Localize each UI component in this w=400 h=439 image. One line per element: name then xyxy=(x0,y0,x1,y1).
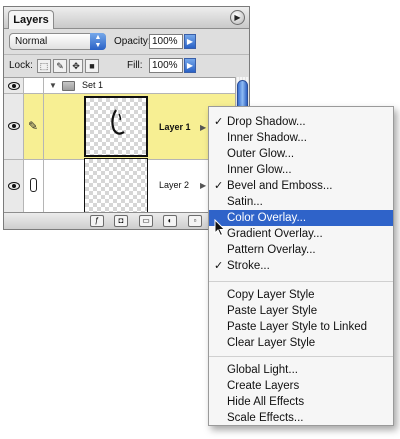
menu-item-global-light[interactable]: Global Light... xyxy=(209,362,393,378)
panel-menu-button[interactable]: ▶ xyxy=(230,10,245,25)
lock-row: Lock: ⬚ ✎ ✥ ■ Fill: 100% ▶ xyxy=(4,54,249,77)
panel-titlebar: Layers ▶ xyxy=(4,7,249,29)
menu-item-pattern-overlay[interactable]: Pattern Overlay... xyxy=(209,242,393,258)
lock-label: Lock: xyxy=(9,60,33,71)
layer-name: Layer 2 xyxy=(159,180,190,190)
lock-transparency-icon[interactable]: ⬚ xyxy=(37,59,51,73)
lock-brush-icon[interactable]: ✎ xyxy=(53,59,67,73)
menu-item-inner-shadow[interactable]: Inner Shadow... xyxy=(209,130,393,146)
layer-style-context-menu: ✓ Drop Shadow... Inner Shadow... Outer Gl… xyxy=(208,106,394,426)
menu-item-paste-layer-style[interactable]: Paste Layer Style xyxy=(209,303,393,319)
menu-item-stroke[interactable]: ✓ Stroke... xyxy=(209,258,393,274)
menu-item-scale-effects[interactable]: Scale Effects... xyxy=(209,410,393,426)
new-layer-icon[interactable]: ▫ xyxy=(188,215,202,227)
link-slot[interactable] xyxy=(24,78,44,93)
blend-mode-value: Normal xyxy=(15,36,48,47)
new-set-icon[interactable]: ▭ xyxy=(139,215,153,227)
menu-item-paste-layer-style-linked[interactable]: Paste Layer Style to Linked xyxy=(209,319,393,335)
menu-item-hide-all-effects[interactable]: Hide All Effects xyxy=(209,394,393,410)
triangle-right-icon: ▶ xyxy=(234,13,241,22)
fill-slider-arrow-icon[interactable]: ▶ xyxy=(184,58,196,73)
menu-item-inner-glow[interactable]: Inner Glow... xyxy=(209,162,393,178)
menu-item-gradient-overlay[interactable]: Gradient Overlay... xyxy=(209,226,393,242)
layer-name: Set 1 xyxy=(82,80,104,90)
layer-thumbnail xyxy=(84,158,148,213)
menu-separator xyxy=(209,281,393,282)
opacity-label: Opacity: xyxy=(114,36,151,47)
check-icon: ✓ xyxy=(214,116,224,128)
menu-item-clear-layer-style[interactable]: Clear Layer Style xyxy=(209,335,393,351)
visibility-eye-icon[interactable] xyxy=(4,78,24,93)
fill-field[interactable]: 100% xyxy=(149,58,183,73)
layer-row-layer-2[interactable]: Layer 2 ▶ xyxy=(4,158,235,213)
check-icon: ✓ xyxy=(214,260,224,272)
opacity-field[interactable]: 100% xyxy=(149,34,183,49)
effects-arrow-icon[interactable]: ▶ xyxy=(200,181,206,190)
menu-item-copy-layer-style[interactable]: Copy Layer Style xyxy=(209,287,393,303)
tab-layers[interactable]: Layers xyxy=(8,10,54,29)
visibility-eye-icon[interactable] xyxy=(4,94,24,159)
link-chain-icon[interactable] xyxy=(24,160,44,212)
menu-item-bevel-emboss[interactable]: ✓ Bevel and Emboss... xyxy=(209,178,393,194)
layer-row-set-1[interactable]: ▼ Set 1 xyxy=(4,78,235,94)
menu-item-color-overlay[interactable]: Color Overlay... xyxy=(209,210,393,226)
adjustment-layer-icon[interactable]: ◐ xyxy=(163,215,177,227)
lock-all-icon[interactable]: ■ xyxy=(85,59,99,73)
check-icon: ✓ xyxy=(214,180,224,192)
visibility-eye-icon[interactable] xyxy=(4,160,24,212)
blend-mode-select[interactable]: Normal ▲ ▼ xyxy=(9,33,106,50)
menu-item-drop-shadow[interactable]: ✓ Drop Shadow... xyxy=(209,114,393,130)
layer-name: Layer 1 xyxy=(159,122,191,132)
effects-arrow-icon[interactable]: ▶ xyxy=(200,123,206,132)
blend-row: Normal ▲ ▼ Opacity: 100% ▶ xyxy=(4,30,249,54)
folder-icon xyxy=(62,81,75,91)
opacity-slider-arrow-icon[interactable]: ▶ xyxy=(184,34,196,49)
layer-thumbnail xyxy=(84,96,148,157)
layer-row-layer-1[interactable]: ✎ Layer 1 ▶ xyxy=(4,94,235,160)
fill-label: Fill: xyxy=(127,60,143,71)
brush-icon[interactable]: ✎ xyxy=(24,94,44,159)
updown-arrows-icon: ▲ ▼ xyxy=(90,33,106,50)
menu-item-create-layers[interactable]: Create Layers xyxy=(209,378,393,394)
expand-triangle-icon[interactable]: ▼ xyxy=(49,81,57,90)
layer-style-icon[interactable]: ƒ xyxy=(90,215,104,227)
menu-item-outer-glow[interactable]: Outer Glow... xyxy=(209,146,393,162)
mouse-pointer-icon xyxy=(214,219,226,237)
menu-item-satin[interactable]: Satin... xyxy=(209,194,393,210)
lock-move-icon[interactable]: ✥ xyxy=(69,59,83,73)
menu-separator xyxy=(209,356,393,357)
mask-icon[interactable]: ◘ xyxy=(114,215,128,227)
layer-list: ▼ Set 1 ✎ Layer 1 ▶ Layer 2 ▶ xyxy=(4,77,235,213)
